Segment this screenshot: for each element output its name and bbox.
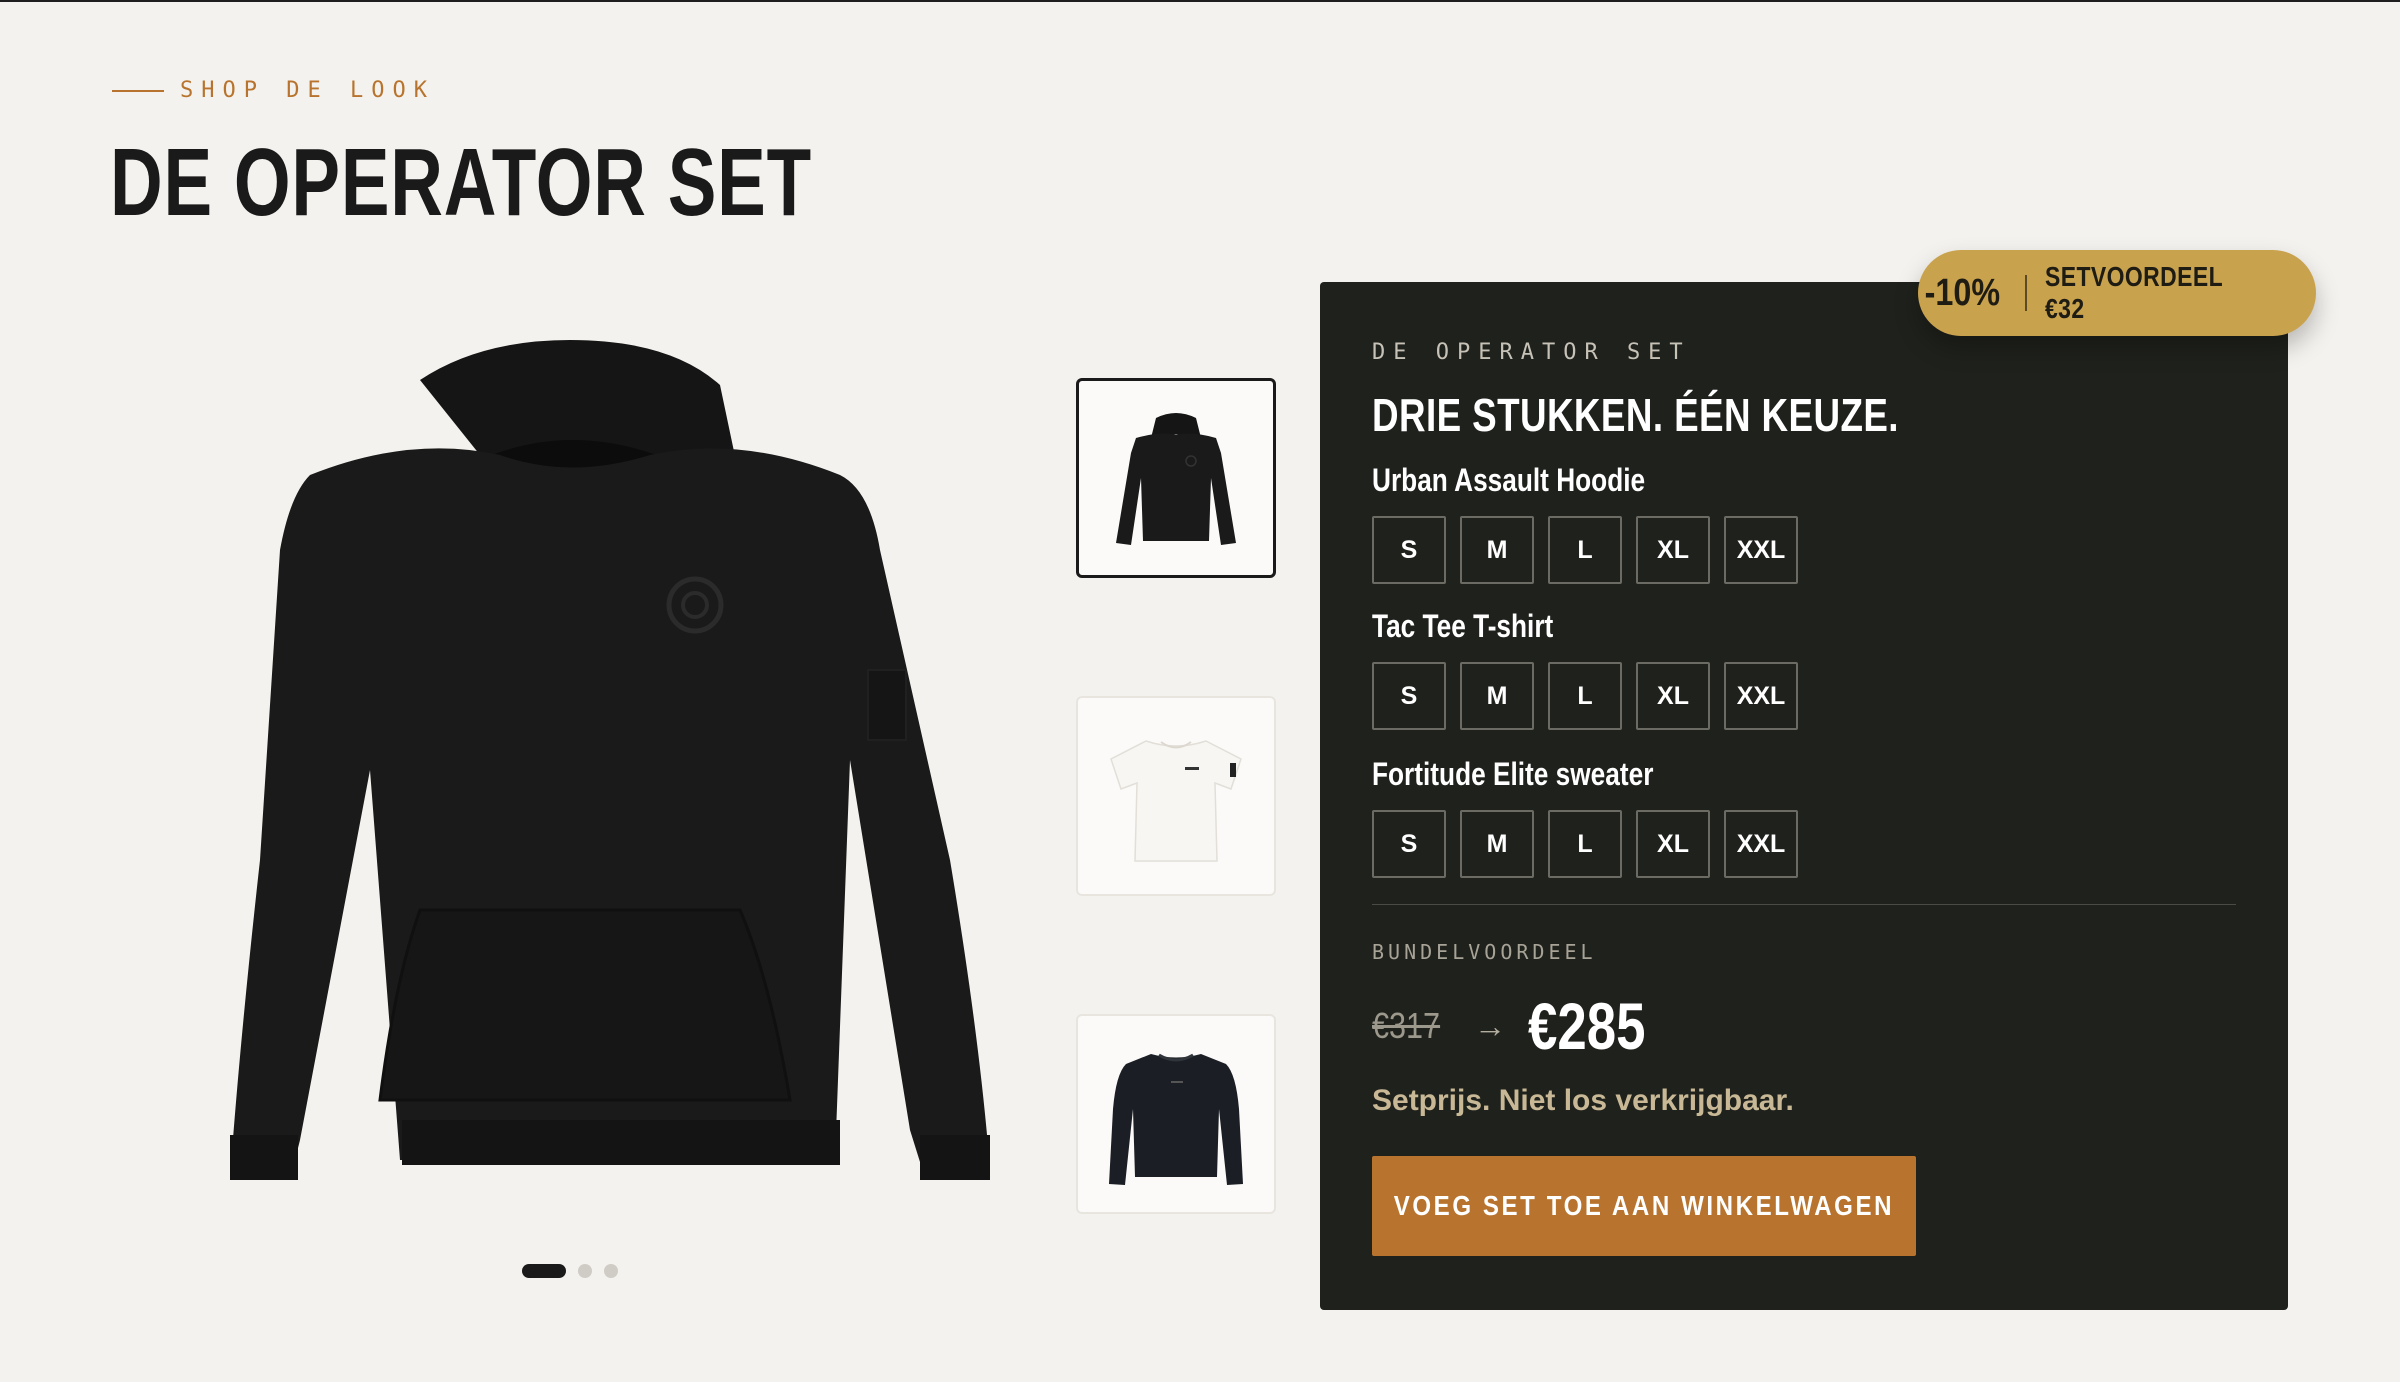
tshirt-thumbnail-icon xyxy=(1110,740,1242,862)
hoodie-thumbnail-icon xyxy=(1116,413,1236,545)
thumbnail-hoodie[interactable] xyxy=(1076,378,1276,578)
set-savings-label: SETVOORDEEL €32 xyxy=(2044,261,2223,324)
eyebrow-line xyxy=(112,89,164,92)
size-option-m[interactable]: M xyxy=(1460,810,1534,878)
size-selector-tshirt: S M L XL XXL xyxy=(1372,662,1798,730)
size-option-l[interactable]: L xyxy=(1548,810,1622,878)
panel-eyebrow: DE OPERATOR SET xyxy=(1372,340,1691,365)
discount-badge: -10% SETVOORDEEL €32 xyxy=(1918,250,2316,336)
size-option-l[interactable]: L xyxy=(1548,662,1622,730)
size-option-xxl[interactable]: XXL xyxy=(1724,662,1798,730)
size-option-m[interactable]: M xyxy=(1460,516,1534,584)
discount-percentage: -10% xyxy=(1924,271,2001,314)
section-eyebrow: SHOP DE LOOK xyxy=(112,78,435,103)
size-option-xl[interactable]: XL xyxy=(1636,810,1710,878)
main-product-image xyxy=(150,340,1000,1240)
product-name-hoodie: Urban Assault Hoodie xyxy=(1372,462,1646,498)
price-note: Setprijs. Niet los verkrijgbaar. xyxy=(1372,1084,1794,1117)
set-price: €285 xyxy=(1528,989,1646,1063)
size-option-s[interactable]: S xyxy=(1372,662,1446,730)
gallery-pagination xyxy=(522,1264,618,1278)
size-option-s[interactable]: S xyxy=(1372,810,1446,878)
price-row: €317 → €285 xyxy=(1372,988,1675,1064)
thumbnail-sweater[interactable] xyxy=(1076,1014,1276,1214)
size-option-s[interactable]: S xyxy=(1372,516,1446,584)
panel-divider xyxy=(1372,904,2236,905)
add-set-to-cart-label: VOEG SET TOE AAN WINKELWAGEN xyxy=(1393,1190,1895,1221)
top-border xyxy=(0,0,2400,2)
panel-title: DRIE STUKKEN. ÉÉN KEUZE. xyxy=(1372,389,1899,441)
hoodie-image xyxy=(230,340,990,1180)
page-title: DE OPERATOR SET xyxy=(110,129,812,236)
size-selector-hoodie: S M L XL XXL xyxy=(1372,516,1798,584)
size-option-m[interactable]: M xyxy=(1460,662,1534,730)
pagination-dot-2[interactable] xyxy=(578,1264,592,1278)
sweater-thumbnail-icon xyxy=(1109,1053,1243,1185)
size-option-xxl[interactable]: XXL xyxy=(1724,516,1798,584)
thumbnail-tshirt[interactable] xyxy=(1076,696,1276,896)
badge-separator xyxy=(2024,275,2027,311)
size-option-l[interactable]: L xyxy=(1548,516,1622,584)
original-price: €317 xyxy=(1372,1005,1441,1046)
pagination-dot-1[interactable] xyxy=(522,1264,566,1278)
arrow-right-icon: → xyxy=(1474,1007,1507,1044)
size-selector-sweater: S M L XL XXL xyxy=(1372,810,1798,878)
bundle-label: BUNDELVOORDEEL xyxy=(1372,940,1597,964)
size-option-xl[interactable]: XL xyxy=(1636,662,1710,730)
pagination-dot-3[interactable] xyxy=(604,1264,618,1278)
size-option-xl[interactable]: XL xyxy=(1636,516,1710,584)
size-option-xxl[interactable]: XXL xyxy=(1724,810,1798,878)
eyebrow-text: SHOP DE LOOK xyxy=(180,78,435,103)
product-name-sweater: Fortitude Elite sweater xyxy=(1372,756,1654,792)
product-name-tshirt: Tac Tee T-shirt xyxy=(1372,608,1554,644)
add-set-to-cart-button[interactable]: VOEG SET TOE AAN WINKELWAGEN xyxy=(1372,1156,1916,1256)
